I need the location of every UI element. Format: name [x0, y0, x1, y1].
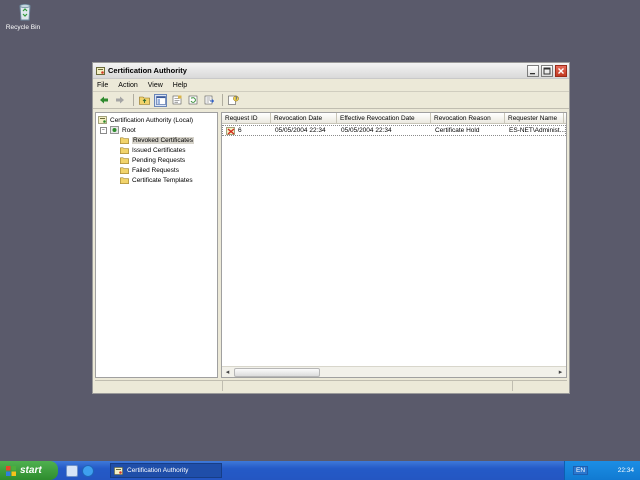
start-label: start: [20, 465, 42, 476]
menu-action[interactable]: Action: [118, 82, 137, 89]
certification-authority-window: Certification Authority File Action View…: [92, 62, 570, 394]
tree-item-certificate-templates[interactable]: Certificate Templates: [96, 175, 217, 185]
column-header-revocation-date[interactable]: Revocation Date: [271, 113, 337, 123]
minimize-icon: [530, 72, 535, 74]
up-folder-icon[interactable]: [138, 94, 151, 107]
cell-requester-name: ES-NET\Administ...: [509, 127, 565, 134]
close-icon: [558, 67, 564, 74]
back-arrow-icon[interactable]: [97, 94, 110, 107]
revoked-certificate-icon: [226, 126, 236, 135]
certification-authority-app-icon: [114, 466, 123, 475]
status-pane-3: [513, 381, 567, 391]
taskbar: start Certification Authority EN 22:34: [0, 461, 640, 480]
tree-label: Certificate Templates: [132, 176, 193, 184]
column-header-request-id[interactable]: Request ID: [222, 113, 271, 123]
table-row[interactable]: 6 05/05/2004 22:34 05/05/2004 22:34 Cert…: [222, 125, 566, 136]
tree-node-ca-local[interactable]: Certification Authority (Local): [96, 115, 217, 125]
scroll-right-arrow-icon[interactable]: ▸: [555, 367, 566, 378]
column-header-requester-name[interactable]: Requester Name: [505, 113, 564, 123]
tree-label: Issued Certificates: [132, 146, 186, 154]
taskbar-button-label: Certification Authority: [127, 467, 189, 474]
console-panes: Certification Authority (Local) − Root R…: [95, 112, 567, 378]
folder-icon: [120, 157, 129, 164]
column-header-revocation-reason[interactable]: Revocation Reason: [431, 113, 505, 123]
language-indicator[interactable]: EN: [573, 466, 589, 475]
cell-revocation-reason: Certificate Hold: [435, 127, 480, 134]
maximize-button[interactable]: [541, 64, 553, 77]
horizontal-scrollbar[interactable]: ◂ ▸: [222, 366, 566, 377]
cell-revocation-date: 05/05/2004 22:34: [275, 127, 326, 134]
help-icon[interactable]: ?: [227, 94, 240, 107]
status-pane-1: [95, 381, 223, 391]
folder-icon: [120, 147, 129, 154]
details-list[interactable]: Request ID Revocation Date Effective Rev…: [221, 112, 567, 378]
column-header-effective-revocation-date[interactable]: Effective Revocation Date: [337, 113, 431, 123]
scroll-left-arrow-icon[interactable]: ◂: [222, 367, 233, 378]
toolbar-separator: [133, 94, 134, 106]
properties-icon[interactable]: [170, 94, 183, 107]
show-desktop-icon[interactable]: [66, 464, 78, 477]
tree-label: Pending Requests: [132, 156, 186, 164]
certification-authority-app-icon: [96, 66, 105, 75]
cell-effective-revocation-date: 05/05/2004 22:34: [341, 127, 392, 134]
svg-text:?: ?: [235, 96, 238, 102]
toolbar-separator: [222, 94, 223, 106]
clock[interactable]: 22:34: [618, 467, 634, 474]
recycle-bin-icon: [15, 2, 35, 22]
close-button[interactable]: [555, 64, 567, 77]
maximize-icon: [543, 67, 551, 74]
windows-flag-icon: [6, 465, 16, 476]
certification-authority-icon: [98, 116, 107, 124]
tree-node-root[interactable]: − Root: [96, 125, 217, 135]
forward-arrow-icon[interactable]: [113, 94, 126, 107]
refresh-icon[interactable]: [186, 94, 199, 107]
tree-label-root: Root: [122, 126, 136, 134]
collapse-toggle-icon[interactable]: −: [100, 126, 107, 134]
show-hide-console-tree-icon[interactable]: [154, 93, 167, 107]
internet-explorer-icon[interactable]: [82, 464, 94, 477]
minimize-button[interactable]: [527, 64, 539, 77]
request-id-value: 6: [238, 127, 242, 134]
tree-item-pending-requests[interactable]: Pending Requests: [96, 155, 217, 165]
menu-view[interactable]: View: [148, 82, 163, 89]
quick-launch: [66, 464, 98, 477]
desktop-icon-recycle-bin[interactable]: Recycle Bin: [6, 2, 44, 31]
status-pane-2: [223, 381, 513, 391]
taskbar-button-certification-authority[interactable]: Certification Authority: [110, 463, 222, 478]
menu-help[interactable]: Help: [173, 82, 187, 89]
status-bar: [95, 380, 567, 391]
cell-request-id: 6: [223, 126, 272, 135]
tree-item-revoked-certificates[interactable]: Revoked Certificates: [96, 135, 217, 145]
console-tree[interactable]: Certification Authority (Local) − Root R…: [95, 112, 219, 378]
folder-icon: [120, 167, 129, 174]
tree-label-ca-local: Certification Authority (Local): [110, 116, 194, 124]
system-tray: EN 22:34: [564, 461, 640, 480]
export-list-icon[interactable]: [202, 94, 215, 107]
toolbar: ?: [93, 92, 569, 109]
tree-label: Revoked Certificates: [132, 136, 194, 144]
window-title: Certification Authority: [108, 66, 187, 75]
start-button[interactable]: start: [0, 461, 58, 480]
tree-item-failed-requests[interactable]: Failed Requests: [96, 165, 217, 175]
recycle-bin-label: Recycle Bin: [5, 24, 41, 31]
menu-file[interactable]: File: [97, 82, 108, 89]
tree-item-issued-certificates[interactable]: Issued Certificates: [96, 145, 217, 155]
folder-icon: [120, 137, 129, 144]
tree-label: Failed Requests: [132, 166, 179, 174]
scroll-thumb[interactable]: [234, 367, 320, 377]
list-header: Request ID Revocation Date Effective Rev…: [222, 113, 566, 124]
menu-bar: File Action View Help: [93, 79, 569, 92]
window-titlebar[interactable]: Certification Authority: [93, 63, 569, 79]
ca-server-icon: [110, 126, 119, 134]
folder-icon: [120, 177, 129, 184]
